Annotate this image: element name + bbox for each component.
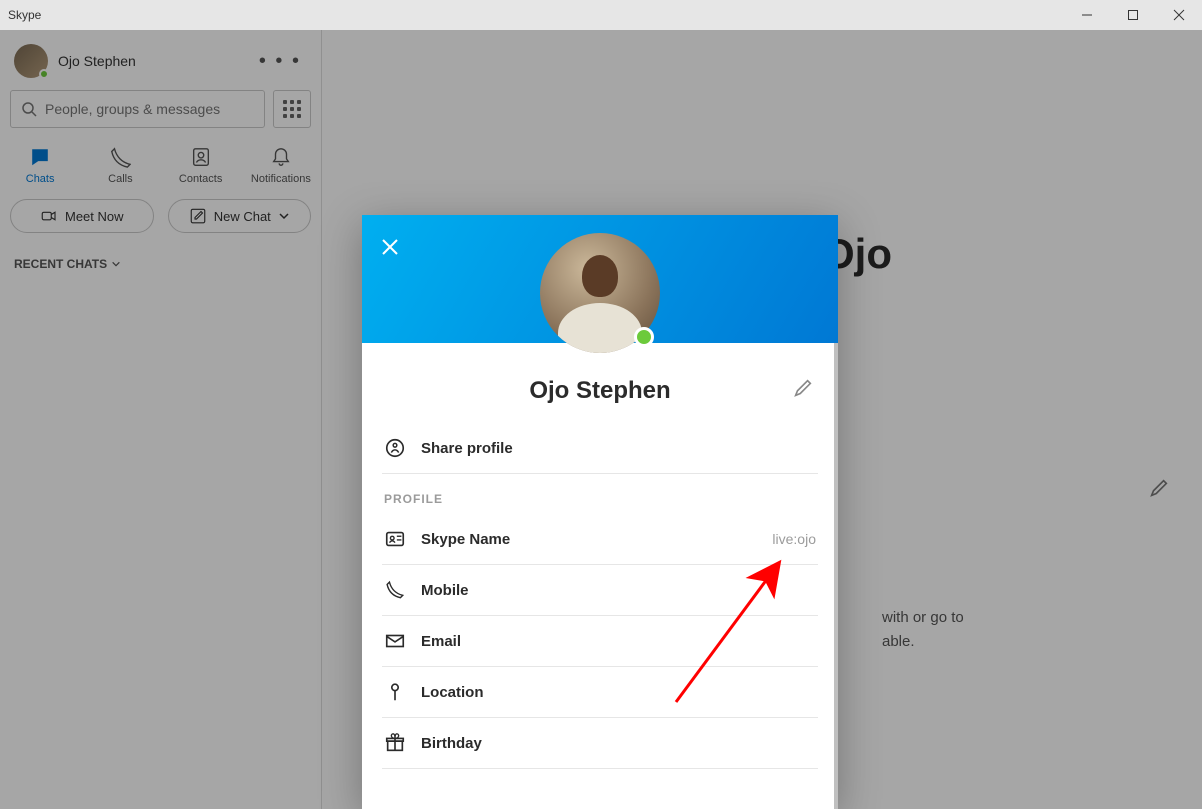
share-profile-row[interactable]: Share profile	[382, 423, 818, 474]
birthday-row[interactable]: Birthday	[382, 718, 818, 769]
skype-name-value: live:ojo	[772, 531, 816, 547]
profile-section-label: PROFILE	[382, 474, 818, 514]
maximize-button[interactable]	[1110, 0, 1156, 30]
window-titlebar: Skype	[0, 0, 1202, 30]
location-icon	[384, 681, 406, 703]
profile-modal: Ojo Stephen Share profile PROFILE	[362, 215, 838, 809]
minimize-button[interactable]	[1064, 0, 1110, 30]
profile-name: Ojo Stephen	[529, 377, 670, 405]
window-title: Skype	[8, 8, 41, 22]
phone-icon	[384, 579, 406, 601]
window-controls	[1064, 0, 1202, 30]
row-label: Location	[421, 684, 816, 701]
skype-name-row[interactable]: Skype Name live:ojo	[382, 514, 818, 565]
id-card-icon	[384, 528, 406, 550]
row-label: Email	[421, 633, 816, 650]
modal-header	[362, 215, 838, 343]
row-label: Share profile	[421, 440, 816, 457]
row-label: Skype Name	[421, 531, 757, 548]
close-icon	[380, 237, 400, 257]
row-label: Birthday	[421, 735, 816, 752]
profile-avatar[interactable]	[540, 233, 660, 353]
email-row[interactable]: Email	[382, 616, 818, 667]
gift-icon	[384, 732, 406, 754]
mobile-row[interactable]: Mobile	[382, 565, 818, 616]
modal-body: Ojo Stephen Share profile PROFILE	[362, 343, 838, 809]
row-label: Mobile	[421, 582, 816, 599]
app-frame: Ojo Stephen • • • People, groups & messa…	[0, 30, 1202, 809]
share-icon	[384, 437, 406, 459]
pencil-icon	[792, 377, 814, 399]
close-modal-button[interactable]	[380, 237, 404, 261]
edit-name-button[interactable]	[792, 377, 814, 404]
location-row[interactable]: Location	[382, 667, 818, 718]
email-icon	[384, 630, 406, 652]
close-button[interactable]	[1156, 0, 1202, 30]
